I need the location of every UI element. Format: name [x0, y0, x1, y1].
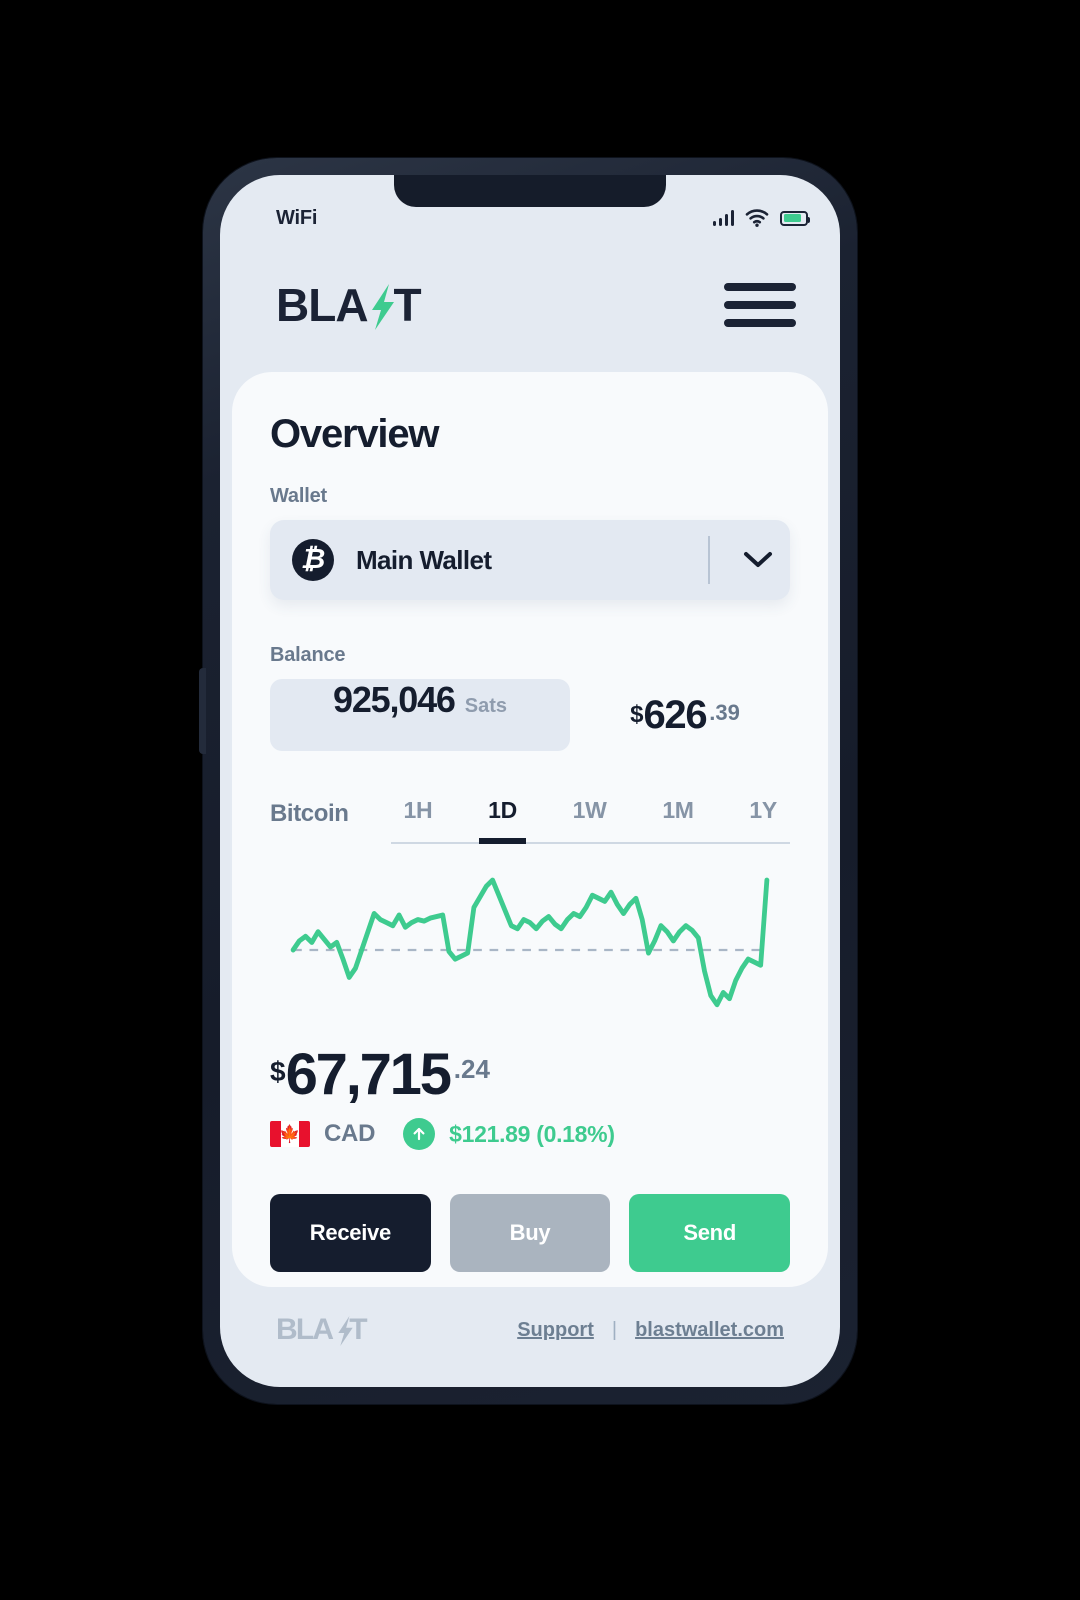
- overview-card: Overview Wallet ₿ Main Wallet Balance 92…: [232, 372, 828, 1287]
- price-change-text: $121.89 (0.18%): [449, 1120, 615, 1147]
- battery-icon: [780, 210, 811, 226]
- buy-button[interactable]: Buy: [449, 1194, 611, 1272]
- range-tab-1m[interactable]: 1M: [653, 797, 702, 844]
- chart-line: [290, 877, 770, 1008]
- support-link[interactable]: Support: [517, 1319, 594, 1342]
- balance-sats: 925,046 Sats: [270, 679, 570, 751]
- price-currency-symbol: $: [270, 1056, 286, 1087]
- status-carrier-label: WiFi: [276, 206, 318, 229]
- canada-flag-icon: 🍁: [270, 1121, 310, 1147]
- balance-sats-unit: Sats: [464, 695, 507, 717]
- balance-row: 925,046 Sats $ 626 .39: [270, 679, 790, 751]
- range-tab-1h[interactable]: 1H: [395, 797, 442, 844]
- logo-text-after: T: [393, 279, 422, 331]
- wallet-label: Wallet: [270, 485, 327, 507]
- balance-label: Balance: [270, 644, 346, 666]
- website-link[interactable]: blastwallet.com: [635, 1319, 784, 1342]
- bitcoin-icon: ₿: [292, 539, 334, 581]
- price-main: $ 67,715 .24: [270, 1046, 790, 1104]
- wallet-name: Main Wallet: [356, 544, 492, 575]
- receive-button[interactable]: Receive: [270, 1194, 431, 1272]
- price-sparkline-chart: [290, 877, 770, 1008]
- app-header: BLA T: [220, 257, 840, 353]
- blast-logo-footer: BLA T: [276, 1313, 368, 1346]
- phone-frame: WiFi BLA T Overview Wallet ₿ Main Wallet…: [199, 158, 857, 1404]
- footer-links: Support | blastwallet.com: [517, 1319, 784, 1342]
- blast-logo[interactable]: BLA T: [276, 279, 422, 331]
- price-whole: 67,715: [285, 1042, 452, 1107]
- status-bar: WiFi: [220, 175, 840, 239]
- range-tab-1d[interactable]: 1D: [479, 797, 526, 844]
- page-title: Overview: [270, 412, 439, 456]
- wifi-icon: [745, 209, 769, 227]
- price-cents: .24: [453, 1054, 490, 1084]
- hamburger-menu-icon[interactable]: [724, 283, 796, 327]
- phone-side-button[interactable]: [199, 668, 206, 754]
- divider: [708, 536, 710, 584]
- send-button[interactable]: Send: [629, 1194, 791, 1272]
- logo-text-before: BLA: [276, 279, 369, 331]
- price-change-row: 🍁 CAD $121.89 (0.18%): [270, 1118, 790, 1150]
- range-tab-1y[interactable]: 1Y: [740, 797, 786, 844]
- status-icons: [712, 209, 811, 227]
- signal-bars-icon: [712, 210, 734, 226]
- footer-logo-text-before: BLA: [276, 1313, 334, 1346]
- chart-asset-label: Bitcoin: [270, 800, 349, 827]
- price-currency-code: CAD: [324, 1120, 376, 1147]
- arrow-up-icon: [403, 1118, 436, 1150]
- chevron-down-icon[interactable]: [736, 551, 780, 569]
- balance-fiat: $ 626 .39: [570, 693, 790, 738]
- lightning-bolt-icon: [372, 284, 394, 330]
- balance-sats-value: 925,046: [333, 679, 456, 720]
- balance-fiat-whole: 626: [643, 692, 707, 737]
- app-footer: BLA T Support | blastwallet.com: [220, 1287, 840, 1387]
- footer-separator: |: [611, 1318, 618, 1341]
- range-tab-1w[interactable]: 1W: [564, 797, 616, 844]
- phone-screen: WiFi BLA T Overview Wallet ₿ Main Wallet…: [220, 175, 840, 1387]
- wallet-selector[interactable]: ₿ Main Wallet: [270, 520, 790, 600]
- chart-header: Bitcoin 1H 1D 1W 1M 1Y: [270, 797, 790, 844]
- balance-fiat-symbol: $: [630, 700, 644, 728]
- action-buttons: Receive Buy Send: [270, 1194, 791, 1272]
- range-tabs: 1H 1D 1W 1M 1Y: [390, 797, 790, 844]
- balance-fiat-cents: .39: [709, 699, 740, 725]
- lightning-bolt-icon-footer: [338, 1316, 353, 1346]
